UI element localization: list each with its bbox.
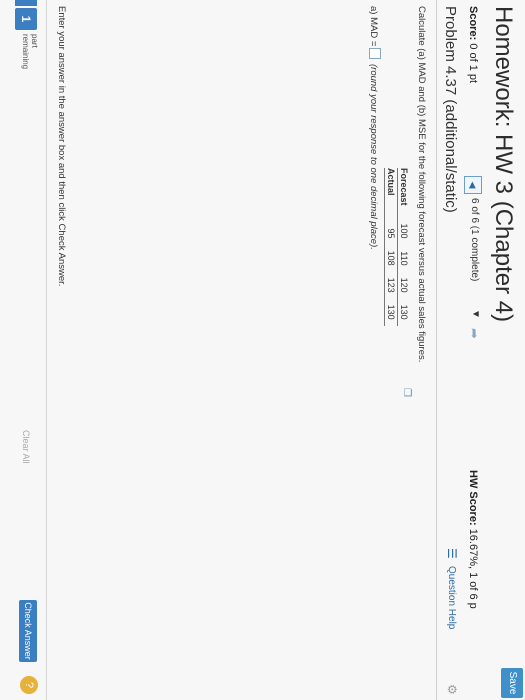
triangle-left-icon: ◀ bbox=[468, 181, 478, 189]
forecast-actual-table: Forecast 100 110 120 130 Actual 95 108 1… bbox=[384, 168, 410, 326]
triangle-down-icon[interactable]: ▼ bbox=[470, 309, 481, 319]
problem-title: Problem 4.37 (additional/static) bbox=[442, 6, 459, 213]
row-label: Forecast bbox=[397, 168, 410, 218]
score-prefix: Score: bbox=[467, 6, 479, 41]
hw-score-prefix: HW Score: bbox=[467, 470, 479, 526]
table-cell: 110 bbox=[397, 244, 410, 272]
next-arrow-icon[interactable]: ➦ bbox=[466, 328, 482, 339]
answer-instructions: Enter your answer in the answer box and … bbox=[56, 6, 67, 287]
check-answer-button[interactable]: Check Answer bbox=[19, 600, 37, 662]
previous-question-button[interactable]: ◀ bbox=[464, 176, 482, 194]
clear-all-button[interactable]: Clear All bbox=[21, 430, 31, 464]
table-cell: 95 bbox=[384, 217, 398, 245]
save-button[interactable]: Save bbox=[501, 668, 523, 698]
question-help-link[interactable]: Question Help bbox=[446, 566, 457, 629]
score-value: 0 of 1 pt bbox=[467, 43, 479, 84]
row-label: Actual bbox=[384, 168, 398, 218]
mad-answer-input[interactable] bbox=[369, 48, 381, 59]
copy-icon[interactable]: ❐ bbox=[401, 388, 412, 397]
header-divider bbox=[436, 0, 437, 700]
table-cell: 108 bbox=[384, 244, 398, 272]
part-label-line2: remaining bbox=[21, 34, 30, 70]
table-row: Actual 95 108 123 130 bbox=[384, 168, 398, 326]
page-title: Homework: HW 3 (Chapter 4) bbox=[490, 6, 517, 323]
score-label: Score: 0 of 1 pt bbox=[467, 6, 479, 83]
left-edge-tab bbox=[15, 0, 37, 6]
mad-rounding-note: (round your response to one decimal plac… bbox=[368, 64, 379, 250]
gear-icon[interactable]: ⚙ bbox=[445, 684, 459, 695]
table-cell: 130 bbox=[384, 298, 398, 326]
parts-remaining-badge: 1 bbox=[15, 8, 37, 30]
table-cell: 123 bbox=[384, 271, 398, 299]
mad-label: a) MAD = bbox=[368, 6, 379, 47]
list-icon[interactable]: ☰ bbox=[445, 548, 459, 559]
hw-score: HW Score: 16.67%, 1 of 6 p bbox=[467, 470, 479, 609]
problem-instructions: Calculate (a) MAD and (b) MSE for the fo… bbox=[416, 6, 427, 363]
table-cell: 130 bbox=[397, 298, 410, 326]
question-navigator[interactable]: 6 of 6 (1 complete) bbox=[469, 198, 480, 281]
hw-score-value: 16.67%, 1 of 6 p bbox=[467, 528, 479, 609]
help-icon[interactable]: ? bbox=[20, 676, 38, 694]
part-label-line1: part bbox=[30, 34, 39, 48]
table-cell: 100 bbox=[397, 217, 410, 245]
table-row: Forecast 100 110 120 130 bbox=[397, 168, 410, 326]
parts-remaining-label: part remaining bbox=[21, 34, 39, 69]
homework-screen: Homework: HW 3 (Chapter 4) Save Score: 0… bbox=[0, 0, 525, 700]
table-cell: 120 bbox=[397, 271, 410, 299]
footer-divider bbox=[46, 0, 47, 700]
